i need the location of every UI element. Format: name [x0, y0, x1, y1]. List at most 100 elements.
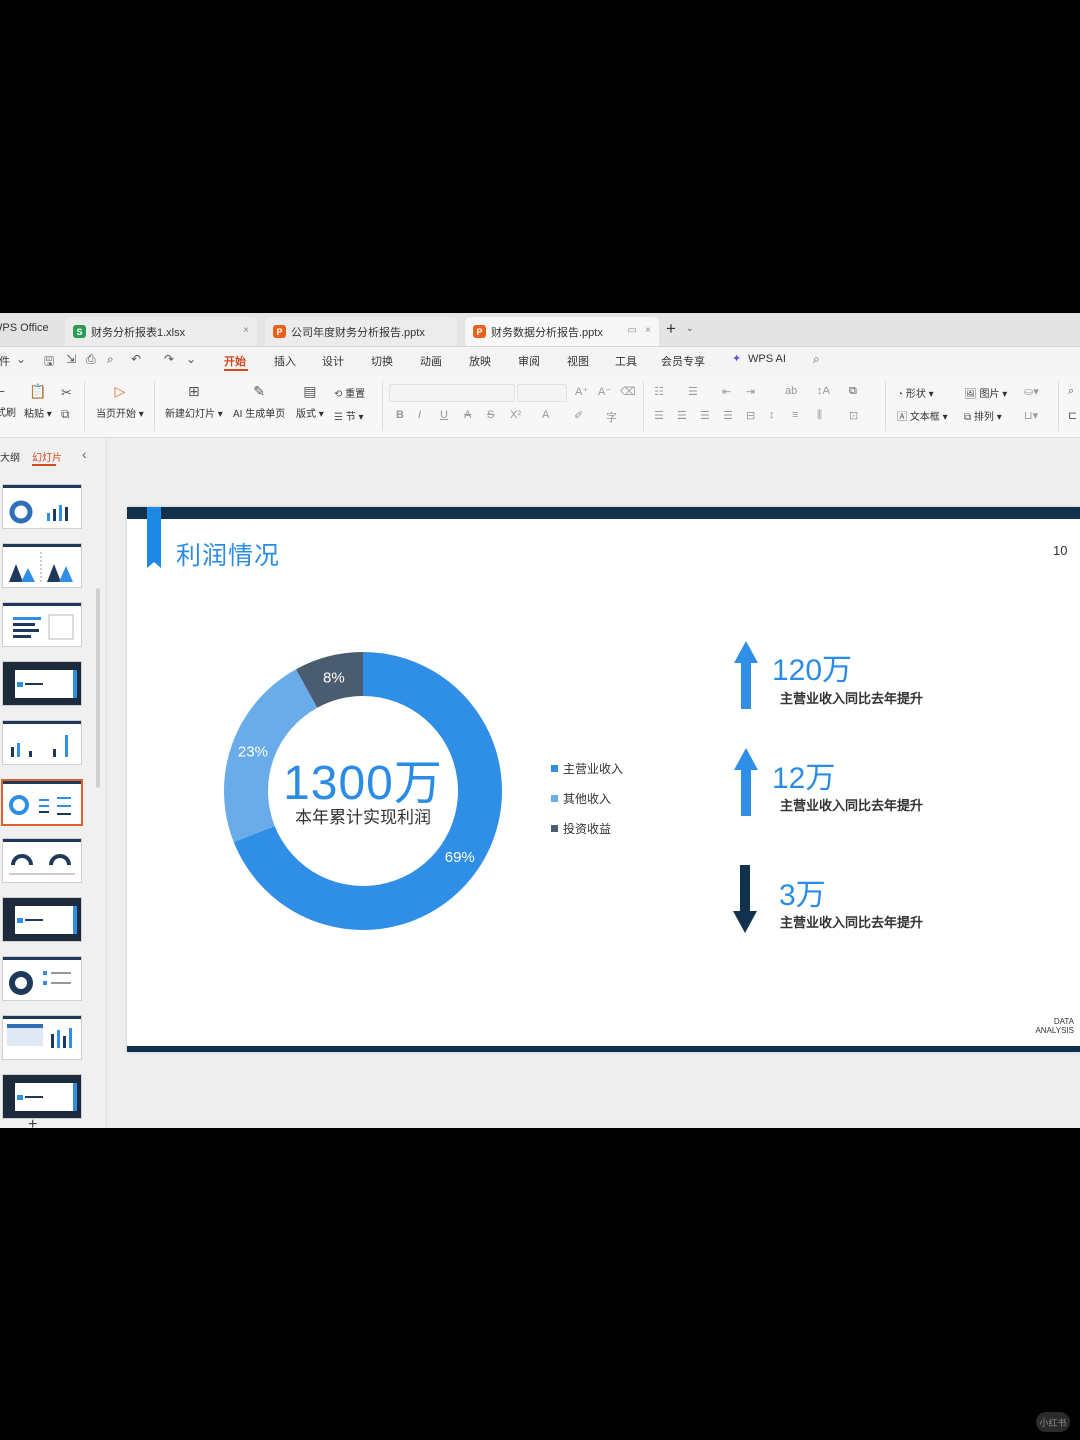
ai-generate-button[interactable]: ✎ AI 生成单页 [233, 383, 285, 420]
outdent-icon[interactable]: ⇤ [722, 385, 731, 398]
italic-icon[interactable]: I [418, 409, 421, 421]
menu-home[interactable]: 开始 [224, 353, 246, 369]
tab-active-pptx[interactable]: P 财务数据分析报告.pptx ▭ × [465, 317, 659, 346]
bullets-icon[interactable]: ☷ [654, 385, 664, 398]
superscript-icon[interactable]: X² [510, 409, 521, 421]
align-text-icon[interactable]: ⊡ [849, 409, 858, 422]
bold-icon[interactable]: B [396, 409, 404, 421]
find-icon[interactable]: ⌕ [1068, 385, 1074, 398]
convert-smartart-icon[interactable]: ⧉ [849, 385, 857, 398]
menu-file[interactable]: 文件 [0, 353, 10, 369]
section-button[interactable]: ☰ 节 ▾ [334, 408, 364, 423]
tab-annual-report[interactable]: P 公司年度财务分析报告.pptx [265, 317, 457, 346]
distribute-icon[interactable]: ⊟ [746, 409, 755, 422]
save-icon[interactable]: 🖫 [44, 352, 54, 373]
line-spacing-icon[interactable]: ↕ [769, 409, 775, 421]
fill-icon[interactable]: ⛀▾ [1024, 385, 1039, 398]
thumb-graphic [15, 906, 77, 934]
decrease-font-icon[interactable]: A⁻ [598, 385, 611, 398]
indent-icon[interactable]: ⇥ [746, 385, 755, 398]
menu-member[interactable]: 会员专享 [661, 353, 705, 369]
preview-icon[interactable]: ⌕ [107, 352, 114, 367]
chevron-down-icon[interactable]: ⌄ [16, 352, 26, 366]
slide-thumbnail[interactable] [2, 661, 82, 706]
replace-icon[interactable]: ⊏ [1068, 409, 1077, 422]
tab-outline[interactable]: 大纲 [0, 449, 20, 464]
menu-design[interactable]: 设计 [322, 353, 344, 369]
footer-logo: DATA ANALYSIS [1017, 1017, 1074, 1035]
reset-button[interactable]: ⟲ 重置 [334, 385, 365, 400]
align-left-icon[interactable]: ☰ [654, 409, 664, 422]
menu-review[interactable]: 审阅 [518, 353, 540, 369]
chevron-down-icon: ▾ [1002, 389, 1008, 400]
text-rotate-icon[interactable]: ↕A [817, 385, 830, 397]
new-slide-button[interactable]: ⊞ 新建幻灯片 ▾ [165, 383, 223, 420]
export-icon[interactable]: ⇲ [66, 352, 76, 366]
close-icon[interactable]: × [645, 325, 651, 336]
close-icon[interactable]: × [243, 325, 249, 336]
chevron-left-icon[interactable]: ‹ [82, 446, 87, 462]
underline-icon[interactable]: U [440, 409, 448, 421]
tab-slides[interactable]: 幻灯片 [32, 449, 62, 464]
copy-icon[interactable]: ⧉ [61, 407, 70, 422]
menu-view[interactable]: 视图 [567, 353, 589, 369]
add-slide-button[interactable]: + [28, 1116, 37, 1128]
slide-thumbnail[interactable] [2, 720, 82, 765]
new-tab-button[interactable]: + [666, 319, 676, 339]
chevron-down-icon[interactable]: ⌄ [686, 323, 694, 334]
layout-button[interactable]: ▤ 版式 ▾ [296, 383, 324, 420]
play-from-current-button[interactable]: ▷ 当页开始 ▾ [96, 383, 144, 420]
font-name-select[interactable] [389, 384, 515, 402]
menu-transition[interactable]: 切换 [371, 353, 393, 369]
slide-thumbnail[interactable] [2, 484, 82, 529]
justify-icon[interactable]: ☰ [723, 409, 733, 422]
menu-animation[interactable]: 动画 [420, 353, 442, 369]
menu-tools[interactable]: 工具 [615, 353, 637, 369]
shape-button[interactable]: ◔ 形状 ▾ [897, 385, 934, 400]
app-brand[interactable]: WPS Office [0, 322, 49, 334]
slide-title[interactable]: 利润情况 [176, 536, 280, 572]
strikethrough-icon[interactable]: A [464, 409, 471, 421]
align-center-icon[interactable]: ☰ [677, 409, 687, 422]
slide-thumbnail[interactable] [2, 1015, 82, 1060]
cut-icon[interactable]: ✂ [61, 385, 72, 401]
columns-icon[interactable]: ⫼ [817, 409, 822, 422]
slide-thumbnail-selected[interactable] [1, 779, 83, 826]
undo-icon[interactable]: ↶ [131, 352, 141, 366]
text-direction-icon[interactable]: ab [785, 385, 797, 397]
outline-icon[interactable]: ⊔▾ [1024, 409, 1038, 422]
menu-wps-ai[interactable]: WPS AI [748, 353, 786, 365]
slide-thumbnail[interactable] [2, 838, 82, 883]
clear-format-icon[interactable]: ⌫ [620, 385, 636, 398]
slide-thumbnail[interactable] [2, 956, 82, 1001]
menu-slideshow[interactable]: 放映 [469, 353, 491, 369]
shadow-icon[interactable]: S [487, 409, 494, 421]
font-color-icon[interactable]: A [542, 409, 549, 421]
panel-scrollbar[interactable] [96, 588, 100, 788]
para-spacing-icon[interactable]: ≡ [792, 409, 798, 421]
char-spacing-icon[interactable]: 字 [606, 409, 617, 425]
search-icon[interactable]: ⌕ [813, 352, 820, 367]
numbering-icon[interactable]: ☰ [688, 385, 698, 398]
slide-thumbnail[interactable] [2, 602, 82, 647]
highlight-icon[interactable]: ✐ [574, 409, 583, 422]
increase-font-icon[interactable]: A⁺ [575, 385, 588, 398]
slide-thumbnail[interactable] [2, 543, 82, 588]
chevron-down-icon[interactable]: ⌄ [186, 352, 196, 366]
format-painter-button[interactable]: ⌐ 格式刷 [0, 383, 16, 419]
print-icon[interactable]: ⎙ [86, 352, 96, 367]
tab-xlsx[interactable]: S 财务分析报表1.xlsx × [65, 317, 257, 346]
thumb-graphic [9, 971, 71, 995]
slide-thumbnail[interactable] [2, 897, 82, 942]
textbox-button[interactable]: 🄰 文本框 ▾ [897, 408, 948, 423]
align-right-icon[interactable]: ☰ [700, 409, 710, 422]
redo-icon[interactable]: ↷ [164, 352, 174, 366]
slide-canvas[interactable]: 利润情况 10 69% 23% 8% 1300万 本年累计实现利润 主营业收入 其他… [127, 507, 1080, 1052]
font-size-select[interactable] [517, 384, 567, 402]
arrange-button[interactable]: ⧉ 排列 ▾ [964, 408, 1002, 423]
paste-button[interactable]: 📋 粘贴 ▾ [24, 383, 52, 420]
monitor-icon[interactable]: ▭ [628, 325, 637, 336]
menu-insert[interactable]: 插入 [274, 353, 296, 369]
picture-button[interactable]: 🖼 图片 ▾ [964, 385, 1007, 400]
slide-thumbnail[interactable] [2, 1074, 82, 1119]
